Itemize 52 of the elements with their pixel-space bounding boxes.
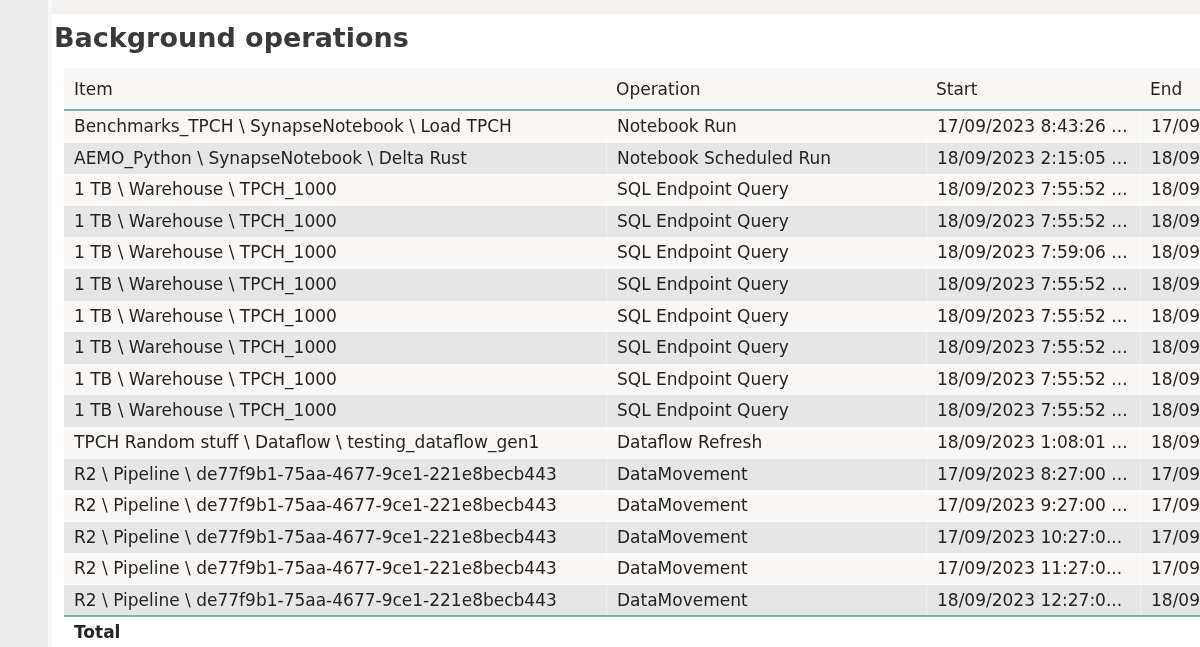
column-header[interactable]: Start bbox=[926, 68, 1140, 112]
table-cell: 18/09 bbox=[1140, 268, 1200, 301]
table-cell-text: TPCH Random stuff \ Dataflow \ testing_dataflow_gen1 bbox=[73, 430, 541, 455]
table-cell-text: R2 \ Pipeline \ de77f9b1-75aa-4677-9ce1-221e8becb443 bbox=[73, 494, 558, 518]
table-cell-text: 1 TB \ Warehouse \ TPCH_1000 bbox=[73, 336, 338, 360]
table-cell-text: 1 TB \ Warehouse \ TPCH_1000 bbox=[73, 178, 338, 202]
table-cell: SQL Endpoint Query bbox=[606, 395, 926, 427]
table-cell-text: R2 \ Pipeline \ de77f9b1-75aa-4677-9ce1-221e8becb443 bbox=[73, 557, 558, 581]
table-cell: 17/09/2023 9:27:00 ... bbox=[926, 490, 1140, 522]
table-cell: 17/09 bbox=[1140, 111, 1200, 143]
table-cell-text: 1 TB \ Warehouse \ TPCH_1000 bbox=[73, 304, 338, 329]
column-header[interactable]: Item bbox=[64, 68, 606, 112]
table-cell-text: 1 TB \ Warehouse \ TPCH_1000 bbox=[73, 209, 338, 234]
table-cell-text: AEMO_Python \ SynapseNotebook \ Delta Rust bbox=[73, 146, 468, 171]
table-cell: 18/09/2023 1:08:01 ... bbox=[926, 426, 1140, 459]
table-cell-text: Benchmarks_TPCH \ SynapseNotebook \ Load TPCH bbox=[73, 115, 513, 139]
table-cell: 18/09 bbox=[1140, 395, 1200, 427]
table-cell-text: 1 TB \ Warehouse \ TPCH_1000 bbox=[73, 367, 338, 392]
table-cell-text: 1 TB \ Warehouse \ TPCH_1000 bbox=[73, 272, 338, 297]
table-cell: DataMovement bbox=[606, 553, 926, 585]
table-cell: 18/09 bbox=[1140, 237, 1200, 269]
table-cell: DataMovement bbox=[606, 584, 926, 615]
table-cell: 17/09/2023 8:43:26 ... bbox=[926, 111, 1140, 143]
table-cell-text: R2 \ Pipeline \ de77f9b1-75aa-4677-9ce1-221e8becb443 bbox=[73, 462, 558, 486]
column-header[interactable]: Operation bbox=[606, 68, 926, 112]
table-cell-text: R2 \ Pipeline \ de77f9b1-75aa-4677-9ce1-221e8becb443 bbox=[73, 525, 558, 549]
table-cell: SQL Endpoint Query bbox=[606, 237, 926, 269]
table-cell-text: 1 TB \ Warehouse \ TPCH_1000 bbox=[73, 241, 338, 265]
table-cell: 18/09/2023 12:27:0... bbox=[926, 584, 1140, 615]
table-cell: 18/09/2023 7:55:52 ... bbox=[926, 268, 1140, 301]
table-cell: 18/09/2023 7:59:06 ... bbox=[926, 237, 1140, 269]
table-cell: SQL Endpoint Query bbox=[606, 332, 926, 364]
table-cell: 17/09 bbox=[1140, 490, 1200, 522]
table-cell: SQL Endpoint Query bbox=[606, 268, 926, 301]
column-header[interactable]: End bbox=[1140, 68, 1200, 112]
table-cell-text: R2 \ Pipeline \ de77f9b1-75aa-4677-9ce1-221e8becb443 bbox=[73, 588, 558, 612]
table-cell: 18/09/2023 7:55:52 ... bbox=[926, 395, 1140, 427]
total-label: Total bbox=[73, 620, 122, 644]
table-cell: Notebook Run bbox=[606, 111, 926, 143]
table-cell-text: 1 TB \ Warehouse \ TPCH_1000 bbox=[73, 399, 338, 423]
table-cell: 17/09/2023 11:27:0... bbox=[926, 553, 1140, 585]
table-cell: DataMovement bbox=[606, 490, 926, 522]
table-cell: Dataflow Refresh bbox=[606, 426, 926, 459]
table-cell: 18/09 bbox=[1140, 584, 1200, 615]
table-cell: 17/09 bbox=[1140, 553, 1200, 585]
table-cell: 18/09 bbox=[1140, 426, 1200, 459]
table-cell: 18/09 bbox=[1140, 174, 1200, 206]
table-cell: SQL Endpoint Query bbox=[606, 174, 926, 206]
table-cell: 18/09 bbox=[1140, 332, 1200, 364]
page-title: Background operations bbox=[54, 21, 410, 55]
table-cell: 18/09/2023 7:55:52 ... bbox=[926, 332, 1140, 364]
table-cell: 18/09/2023 7:55:52 ... bbox=[926, 174, 1140, 206]
